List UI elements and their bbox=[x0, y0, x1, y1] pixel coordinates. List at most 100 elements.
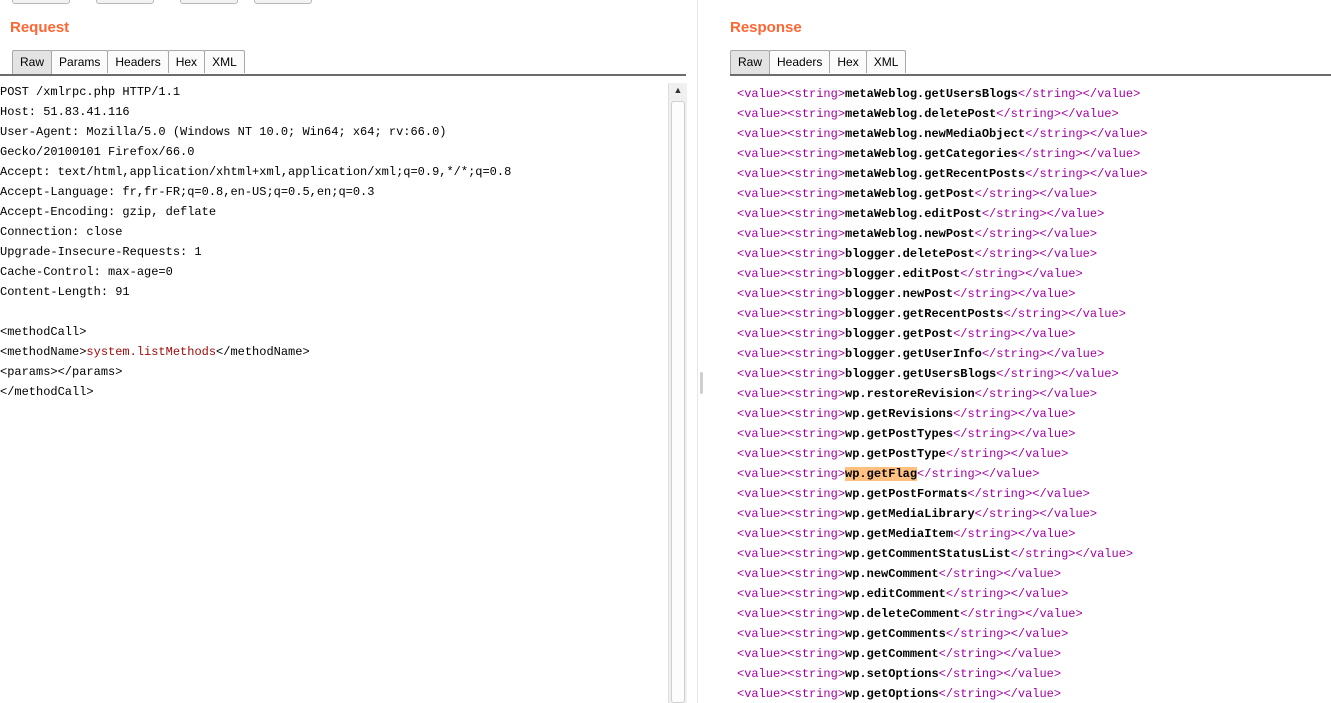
string-close-tag: </string> bbox=[967, 487, 1033, 501]
value-open-tag: <value> bbox=[737, 667, 788, 681]
value-open-tag: <value> bbox=[737, 547, 788, 561]
string-open-tag: <string> bbox=[787, 587, 846, 601]
value-close-tag: </value> bbox=[1082, 147, 1141, 161]
value-open-tag: <value> bbox=[737, 527, 788, 541]
value-close-tag: </value> bbox=[1010, 587, 1069, 601]
value-open-tag: <value> bbox=[737, 687, 788, 701]
method-name: wp.getPostTypes bbox=[845, 427, 954, 441]
string-open-tag: <string> bbox=[787, 107, 846, 121]
request-line: Content-Length: 91 bbox=[0, 285, 130, 299]
splitter-grip-icon[interactable] bbox=[700, 372, 703, 394]
value-close-tag: </value> bbox=[1068, 307, 1126, 321]
string-close-tag: </string> bbox=[981, 347, 1047, 361]
response-line: <value><string>blogger.getRecentPosts</s… bbox=[737, 304, 1331, 324]
request-tab-headers[interactable]: Headers bbox=[107, 50, 169, 73]
value-open-tag: <value> bbox=[737, 427, 788, 441]
method-name: metaWeblog.newMediaObject bbox=[845, 127, 1026, 141]
request-line: Host: 51.83.41.116 bbox=[0, 105, 130, 119]
request-tab-xml[interactable]: XML bbox=[204, 50, 245, 73]
method-name: system.listMethods bbox=[86, 345, 217, 359]
response-tab-headers[interactable]: Headers bbox=[769, 50, 831, 73]
string-close-tag: </string> bbox=[953, 287, 1018, 301]
value-close-tag: </value> bbox=[1039, 247, 1098, 261]
string-close-tag: </string> bbox=[1025, 127, 1090, 141]
pane-splitter[interactable] bbox=[697, 0, 706, 703]
response-editor[interactable]: <value><string>metaWeblog.getUsersBlogs<… bbox=[732, 77, 1331, 703]
string-close-tag: </string> bbox=[1017, 87, 1083, 101]
value-close-tag: </value> bbox=[1025, 607, 1083, 621]
string-close-tag: </string> bbox=[945, 627, 1011, 641]
value-close-tag: </value> bbox=[1089, 127, 1148, 141]
string-close-tag: </string> bbox=[974, 507, 1040, 521]
method-name: wp.newComment bbox=[845, 567, 939, 581]
string-close-tag: </string> bbox=[953, 527, 1018, 541]
request-line: Upgrade-Insecure-Requests: 1 bbox=[0, 245, 202, 259]
string-open-tag: <string> bbox=[787, 567, 846, 581]
string-open-tag: <string> bbox=[787, 187, 846, 201]
value-open-tag: <value> bbox=[737, 387, 788, 401]
response-line: <value><string>wp.setOptions</string></v… bbox=[737, 664, 1331, 684]
string-open-tag: <string> bbox=[787, 147, 846, 161]
string-close-tag: </string> bbox=[1025, 167, 1090, 181]
request-line: Cache-Control: max-age=0 bbox=[0, 265, 173, 279]
string-open-tag: <string> bbox=[787, 307, 846, 321]
string-open-tag: <string> bbox=[787, 487, 846, 501]
string-open-tag: <string> bbox=[787, 287, 846, 301]
request-line: Accept-Encoding: gzip, deflate bbox=[0, 205, 217, 219]
method-name: metaWeblog.newPost bbox=[845, 227, 975, 241]
string-close-tag: </string> bbox=[974, 187, 1040, 201]
value-open-tag: <value> bbox=[737, 187, 788, 201]
string-open-tag: <string> bbox=[787, 447, 846, 461]
method-name: wp.getPostType bbox=[845, 447, 946, 461]
method-name: wp.getCommentStatusList bbox=[845, 547, 1011, 561]
request-pane: Request Raw Params Headers Hex XML POST /xml… bbox=[0, 0, 687, 703]
value-open-tag: <value> bbox=[737, 227, 788, 241]
response-line: <value><string>blogger.deletePost</strin… bbox=[737, 244, 1331, 264]
string-open-tag: <string> bbox=[787, 527, 846, 541]
string-open-tag: <string> bbox=[787, 387, 846, 401]
response-line: <value><string>wp.restoreRevision</strin… bbox=[737, 384, 1331, 404]
response-line: <value><string>wp.getMediaItem</string><… bbox=[737, 524, 1331, 544]
scroll-thumb[interactable] bbox=[671, 101, 685, 703]
method-name: wp.setOptions bbox=[845, 667, 939, 681]
response-tab-raw[interactable]: Raw bbox=[730, 50, 771, 75]
method-name: wp.getOptions bbox=[845, 687, 939, 701]
request-tab-params[interactable]: Params bbox=[51, 50, 109, 73]
string-open-tag: <string> bbox=[787, 547, 846, 561]
value-open-tag: <value> bbox=[737, 407, 788, 421]
response-pane: Response Raw Headers Hex XML <value><string… bbox=[710, 0, 1331, 703]
string-close-tag: </string> bbox=[1003, 307, 1069, 321]
value-open-tag: <value> bbox=[737, 367, 788, 381]
value-open-tag: <value> bbox=[737, 327, 788, 341]
highlighted-method-name: wp.getFlag bbox=[845, 467, 918, 481]
value-open-tag: <value> bbox=[737, 487, 788, 501]
string-open-tag: <string> bbox=[787, 207, 846, 221]
response-tab-xml[interactable]: XML bbox=[865, 50, 907, 73]
request-line: User-Agent: Mozilla/5.0 (Windows NT 10.0… bbox=[0, 125, 447, 139]
response-line: <value><string>wp.getPostTypes</string><… bbox=[737, 424, 1331, 444]
string-close-tag: </string> bbox=[974, 247, 1040, 261]
value-close-tag: </value> bbox=[1039, 387, 1098, 401]
request-body-params: <params></params> bbox=[0, 365, 123, 379]
value-open-tag: <value> bbox=[737, 307, 788, 321]
request-tab-hex[interactable]: Hex bbox=[167, 50, 206, 73]
value-close-tag: </value> bbox=[1039, 227, 1098, 241]
response-tab-hex[interactable]: Hex bbox=[829, 50, 867, 73]
request-scrollbar[interactable]: ▲ bbox=[668, 83, 687, 703]
string-open-tag: <string> bbox=[787, 347, 846, 361]
value-close-tag: </value> bbox=[1017, 407, 1076, 421]
string-close-tag: </string> bbox=[1017, 147, 1083, 161]
response-line: <value><string>metaWeblog.getPost</strin… bbox=[737, 184, 1331, 204]
string-close-tag: </string> bbox=[974, 387, 1040, 401]
value-open-tag: <value> bbox=[737, 447, 788, 461]
value-close-tag: </value> bbox=[1017, 427, 1076, 441]
value-open-tag: <value> bbox=[737, 627, 788, 641]
method-name: metaWeblog.getRecentPosts bbox=[845, 167, 1026, 181]
request-editor[interactable]: POST /xmlrpc.php HTTP/1.1 Host: 51.83.41.… bbox=[0, 77, 664, 703]
value-open-tag: <value> bbox=[737, 267, 788, 281]
method-name: blogger.getUserInfo bbox=[845, 347, 982, 361]
response-line: <value><string>blogger.getUsersBlogs</st… bbox=[737, 364, 1331, 384]
request-line: Accept-Language: fr,fr-FR;q=0.8,en-US;q=… bbox=[0, 185, 375, 199]
request-tab-raw[interactable]: Raw bbox=[12, 50, 53, 75]
scroll-up-arrow-icon[interactable]: ▲ bbox=[669, 83, 687, 97]
